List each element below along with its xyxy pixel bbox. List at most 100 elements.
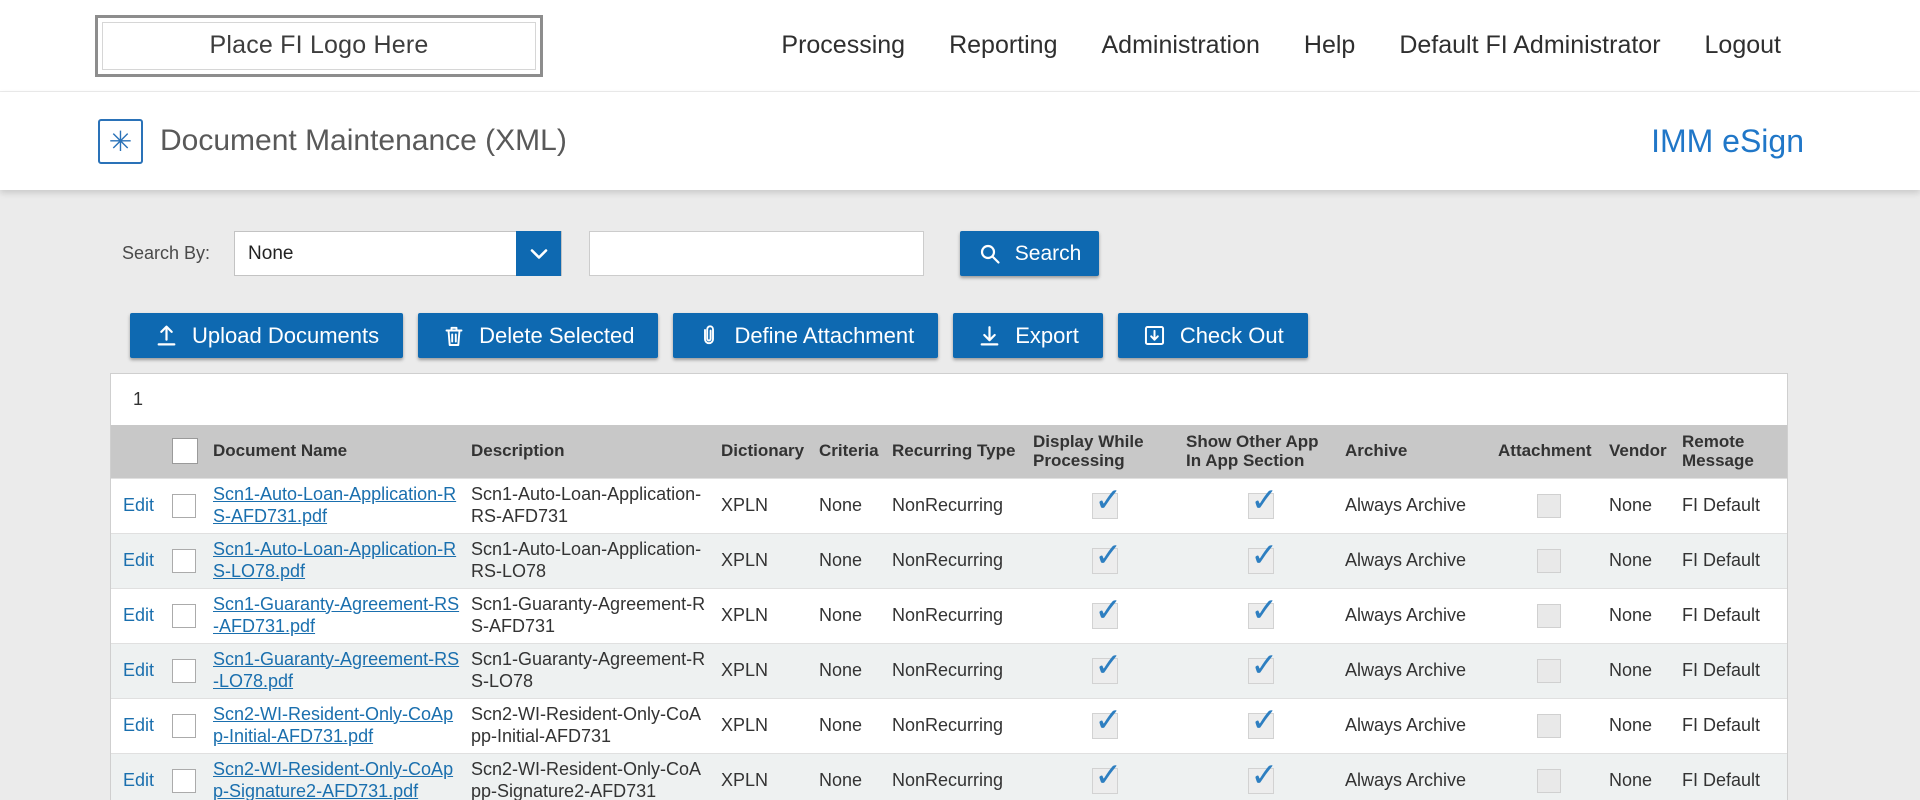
column-header-document-name: Document Name — [207, 425, 465, 478]
dropdown-toggle-button[interactable] — [516, 231, 561, 276]
dictionary-cell: XPLN — [715, 533, 813, 588]
table-row: Edit Scn2-WI-Resident-Only-CoApp-Initial… — [111, 698, 1787, 753]
display-while-processing-checkbox — [1092, 548, 1118, 574]
search-by-dropdown[interactable]: None — [234, 231, 562, 276]
description-cell: Scn1-Guaranty-Agreement-RS-LO78 — [465, 643, 715, 698]
row-select-checkbox[interactable] — [172, 714, 196, 738]
table-row: Edit Scn1-Auto-Loan-Application-RS-AFD73… — [111, 478, 1787, 533]
edit-link[interactable]: Edit — [123, 770, 154, 790]
column-header-remote-message: Remote Message — [1676, 425, 1787, 478]
delete-selected-button[interactable]: Delete Selected — [418, 313, 658, 358]
attachment-checkbox — [1537, 659, 1561, 683]
vendor-cell: None — [1603, 753, 1676, 800]
display-while-processing-checkbox — [1092, 493, 1118, 519]
row-select-checkbox[interactable] — [172, 659, 196, 683]
check-out-button[interactable]: Check Out — [1118, 313, 1308, 358]
document-name-link[interactable]: Scn1-Guaranty-Agreement-RS-AFD731.pdf — [213, 594, 459, 636]
document-name-link[interactable]: Scn1-Auto-Loan-Application-RS-LO78.pdf — [213, 539, 456, 581]
upload-icon — [154, 323, 179, 348]
archive-cell: Always Archive — [1339, 588, 1492, 643]
document-name-link[interactable]: Scn1-Guaranty-Agreement-RS-LO78.pdf — [213, 649, 459, 691]
upload-documents-button[interactable]: Upload Documents — [130, 313, 403, 358]
dictionary-cell: XPLN — [715, 698, 813, 753]
attachment-checkbox — [1537, 494, 1561, 518]
check-out-label: Check Out — [1180, 323, 1284, 349]
edit-link[interactable]: Edit — [123, 715, 154, 735]
remote-message-cell: FI Default — [1676, 533, 1787, 588]
search-input[interactable] — [589, 231, 924, 276]
nav-administration[interactable]: Administration — [1101, 31, 1259, 60]
description-cell: Scn2-WI-Resident-Only-CoApp-Signature2-A… — [465, 753, 715, 800]
export-button[interactable]: Export — [953, 313, 1103, 358]
select-all-checkbox[interactable] — [172, 438, 198, 464]
column-header-dictionary: Dictionary — [715, 425, 813, 478]
vendor-cell: None — [1603, 588, 1676, 643]
main-content: Search By: None Search Upload Documents … — [0, 190, 1920, 800]
table-row: Edit Scn1-Guaranty-Agreement-RS-LO78.pdf… — [111, 643, 1787, 698]
actions-row: Upload Documents Delete Selected Define … — [110, 313, 1920, 358]
document-name-link[interactable]: Scn2-WI-Resident-Only-CoApp-Signature2-A… — [213, 759, 453, 800]
row-select-checkbox[interactable] — [172, 604, 196, 628]
dictionary-cell: XPLN — [715, 753, 813, 800]
row-select-checkbox[interactable] — [172, 494, 196, 518]
paperclip-icon — [697, 324, 721, 348]
table-row: Edit Scn1-Auto-Loan-Application-RS-LO78.… — [111, 533, 1787, 588]
recurring-type-cell: NonRecurring — [886, 643, 1027, 698]
recurring-type-cell: NonRecurring — [886, 753, 1027, 800]
table-row: Edit Scn1-Guaranty-Agreement-RS-AFD731.p… — [111, 588, 1787, 643]
fi-logo-text: Place FI Logo Here — [210, 31, 429, 60]
define-attachment-button[interactable]: Define Attachment — [673, 313, 938, 358]
criteria-cell: None — [813, 643, 886, 698]
column-header-recurring-type: Recurring Type — [886, 425, 1027, 478]
recurring-type-cell: NonRecurring — [886, 588, 1027, 643]
page-header: ✳ Document Maintenance (XML) IMM eSign — [0, 92, 1920, 190]
edit-link[interactable]: Edit — [123, 605, 154, 625]
nav-processing[interactable]: Processing — [781, 31, 905, 60]
document-name-link[interactable]: Scn1-Auto-Loan-Application-RS-AFD731.pdf — [213, 484, 456, 526]
search-button[interactable]: Search — [960, 231, 1099, 276]
vendor-cell: None — [1603, 643, 1676, 698]
nav-logout[interactable]: Logout — [1705, 31, 1781, 60]
row-select-checkbox[interactable] — [172, 769, 196, 793]
edit-link[interactable]: Edit — [123, 550, 154, 570]
show-other-app-checkbox — [1248, 493, 1274, 519]
show-other-app-checkbox — [1248, 713, 1274, 739]
dictionary-cell: XPLN — [715, 588, 813, 643]
page-number[interactable]: 1 — [133, 389, 143, 410]
display-while-processing-checkbox — [1092, 713, 1118, 739]
description-cell: Scn2-WI-Resident-Only-CoApp-Initial-AFD7… — [465, 698, 715, 753]
edit-column-header — [111, 425, 166, 478]
page-title: Document Maintenance (XML) — [160, 124, 567, 158]
edit-link[interactable]: Edit — [123, 660, 154, 680]
vendor-cell: None — [1603, 698, 1676, 753]
row-select-checkbox[interactable] — [172, 549, 196, 573]
display-while-processing-checkbox — [1092, 768, 1118, 794]
attachment-checkbox — [1537, 769, 1561, 793]
remote-message-cell: FI Default — [1676, 698, 1787, 753]
column-header-criteria: Criteria — [813, 425, 886, 478]
show-other-app-checkbox — [1248, 658, 1274, 684]
criteria-cell: None — [813, 588, 886, 643]
archive-cell: Always Archive — [1339, 753, 1492, 800]
description-cell: Scn1-Guaranty-Agreement-RS-AFD731 — [465, 588, 715, 643]
nav-help[interactable]: Help — [1304, 31, 1355, 60]
documents-table: Document Name Description Dictionary Cri… — [111, 425, 1787, 800]
table-header-row: Document Name Description Dictionary Cri… — [111, 425, 1787, 478]
select-all-header — [166, 425, 207, 478]
edit-link[interactable]: Edit — [123, 495, 154, 515]
nav-user-menu[interactable]: Default FI Administrator — [1399, 31, 1660, 60]
column-header-attachment: Attachment — [1492, 425, 1603, 478]
display-while-processing-checkbox — [1092, 658, 1118, 684]
document-xml-icon: ✳ — [98, 119, 143, 164]
criteria-cell: None — [813, 478, 886, 533]
show-other-app-checkbox — [1248, 768, 1274, 794]
column-header-vendor: Vendor — [1603, 425, 1676, 478]
document-name-link[interactable]: Scn2-WI-Resident-Only-CoApp-Initial-AFD7… — [213, 704, 453, 746]
check-out-icon — [1142, 323, 1167, 348]
archive-cell: Always Archive — [1339, 533, 1492, 588]
column-header-display-while-processing: Display While Processing — [1027, 425, 1180, 478]
export-label: Export — [1015, 323, 1079, 349]
brand-imm-esign: IMM eSign — [1651, 123, 1804, 160]
nav-reporting[interactable]: Reporting — [949, 31, 1057, 60]
vendor-cell: None — [1603, 478, 1676, 533]
